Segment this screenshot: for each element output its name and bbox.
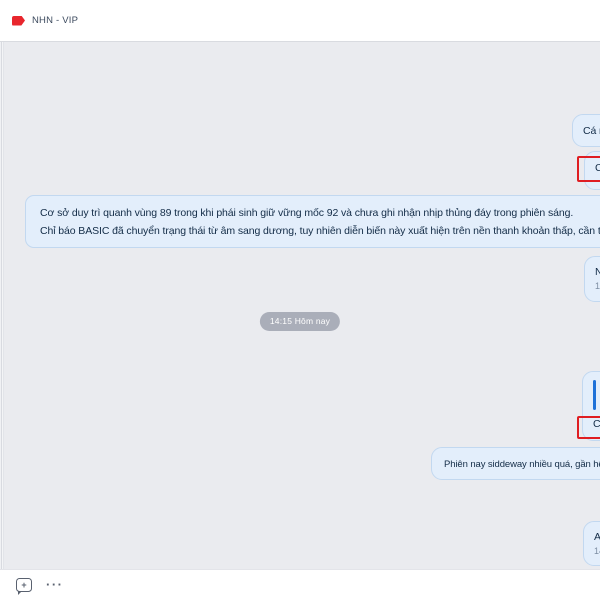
quote-indicator-bar [593,380,596,410]
chat-message-area: Cá nhân C Cơ sở duy trì quanh vùng 89 tr… [0,41,600,569]
date-divider-pill: 14:15 Hôm nay [259,312,341,331]
message-bubble-wide[interactable]: Cơ sở duy trì quanh vùng 89 trong khi ph… [25,195,600,248]
quoted-message-block[interactable]: N c [593,380,600,410]
message-text: Cá nhân [583,125,600,137]
red-tag-icon [12,15,25,26]
message-bubble-outgoing[interactable]: Anh 14:3 [583,521,600,566]
red-annotation-box [577,156,600,182]
composer-toolbar: + ··· [0,569,600,600]
message-bubble-outgoing[interactable]: N 1 [584,256,600,302]
window-left-edge [0,42,4,569]
red-annotation-box [577,416,600,439]
message-bubble-outgoing[interactable]: Cá nhân [572,114,600,147]
message-timestamp: 14:3 [594,546,600,556]
message-text: Anh [594,529,600,545]
message-text-line1: Cơ sở duy trì quanh vùng 89 trong khi ph… [40,207,574,219]
message-text: Phiên nay siddeway nhiều quá, gần hết g [444,459,600,470]
message-text: N [595,264,600,280]
window-title: NHN - VIP [32,15,79,26]
message-text-line2: Chỉ báo BASIC đã chuyển trạng thái từ âm… [40,224,600,237]
more-options-icon[interactable]: ··· [46,578,64,593]
window-titlebar: NHN - VIP [0,0,600,41]
message-bubble-outgoing[interactable]: Phiên nay siddeway nhiều quá, gần hết g [431,447,600,480]
message-timestamp: 1 [595,281,600,291]
quick-message-icon[interactable]: + [16,578,32,595]
